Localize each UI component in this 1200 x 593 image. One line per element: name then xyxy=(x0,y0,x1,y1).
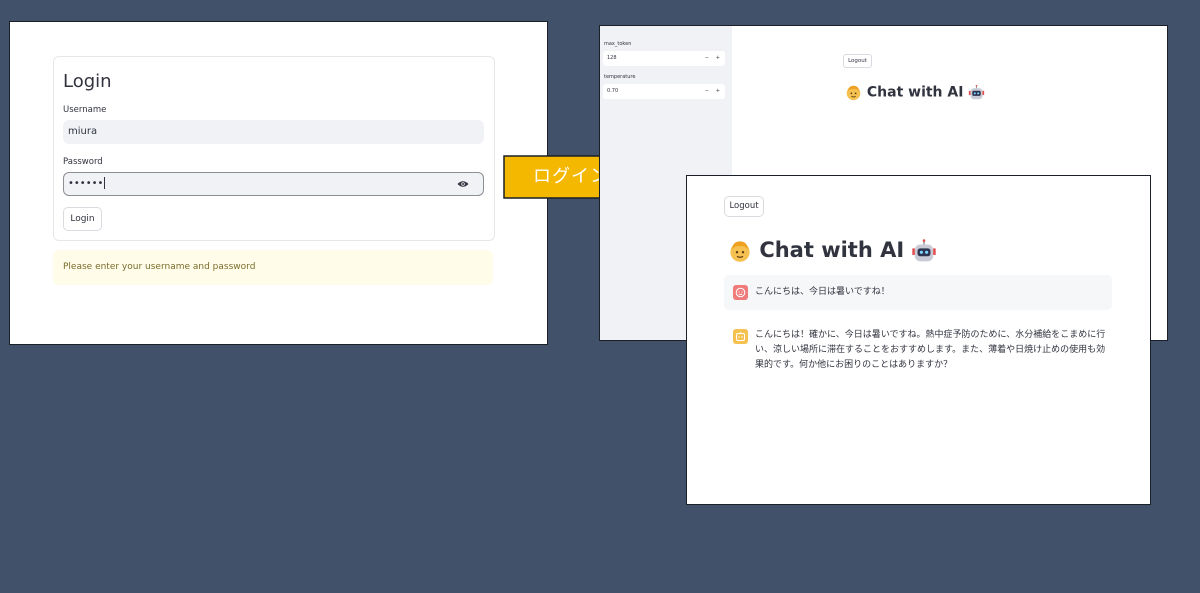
logout-button[interactable]: Logout xyxy=(724,196,764,217)
username-label: Username xyxy=(63,105,107,115)
assistant-message-text: こんにちは！確かに、今日は暑いですね。熱中症予防のために、水分補給をこまめに行い… xyxy=(755,330,1106,370)
username-input[interactable]: miura xyxy=(63,120,484,144)
chat-message-user: こんにちは、今日は暑いですね！ xyxy=(724,275,1112,310)
chat-title-small-text: Chat with AI xyxy=(866,84,964,101)
login-screenshot: Login Username miura Password •••••• Log… xyxy=(9,21,548,345)
face-emoji-icon xyxy=(730,241,750,262)
temperature-value: 0.70 xyxy=(607,88,619,94)
face-emoji-icon xyxy=(846,85,861,101)
arrow-label: ログイン xyxy=(533,166,609,187)
chat-title-text: Chat with AI xyxy=(759,238,905,262)
bot-icon xyxy=(736,331,745,341)
logout-button-small[interactable]: Logout xyxy=(843,54,872,68)
robot-emoji-icon xyxy=(969,84,985,100)
password-input[interactable]: •••••• xyxy=(63,172,484,196)
username-value: miura xyxy=(68,126,98,137)
temperature-label: temperature xyxy=(604,74,636,80)
chat-title-small: Chat with AI xyxy=(845,84,985,101)
max-token-decrement-button[interactable]: − xyxy=(705,51,709,66)
user-message-text: こんにちは、今日は暑いですね！ xyxy=(755,287,890,297)
login-button[interactable]: Login xyxy=(63,207,102,231)
login-warning: Please enter your username and password xyxy=(53,250,493,285)
max-token-increment-button[interactable]: + xyxy=(716,51,720,66)
login-form: Login Username miura Password •••••• Log… xyxy=(53,56,495,241)
user-avatar xyxy=(733,285,748,300)
max-token-value: 128 xyxy=(607,55,617,61)
temperature-increment-button[interactable]: + xyxy=(716,84,720,99)
max-token-label: max_token xyxy=(604,41,632,47)
assistant-avatar xyxy=(733,329,748,344)
login-title: Login xyxy=(63,71,112,92)
face-icon xyxy=(735,287,746,298)
temperature-input[interactable]: 0.70 − + xyxy=(603,84,725,99)
text-caret xyxy=(104,177,106,189)
temperature-decrement-button[interactable]: − xyxy=(705,84,709,99)
max-token-input[interactable]: 128 − + xyxy=(603,51,725,66)
password-value: •••••• xyxy=(68,178,104,189)
robot-emoji-icon xyxy=(912,239,937,262)
password-label: Password xyxy=(63,157,103,167)
chat-screenshot-main: Logout Chat with AI こんにちは、今日は暑いですね！ こんにち… xyxy=(686,175,1151,505)
chat-title: Chat with AI xyxy=(728,238,937,264)
eye-icon[interactable] xyxy=(457,180,469,188)
